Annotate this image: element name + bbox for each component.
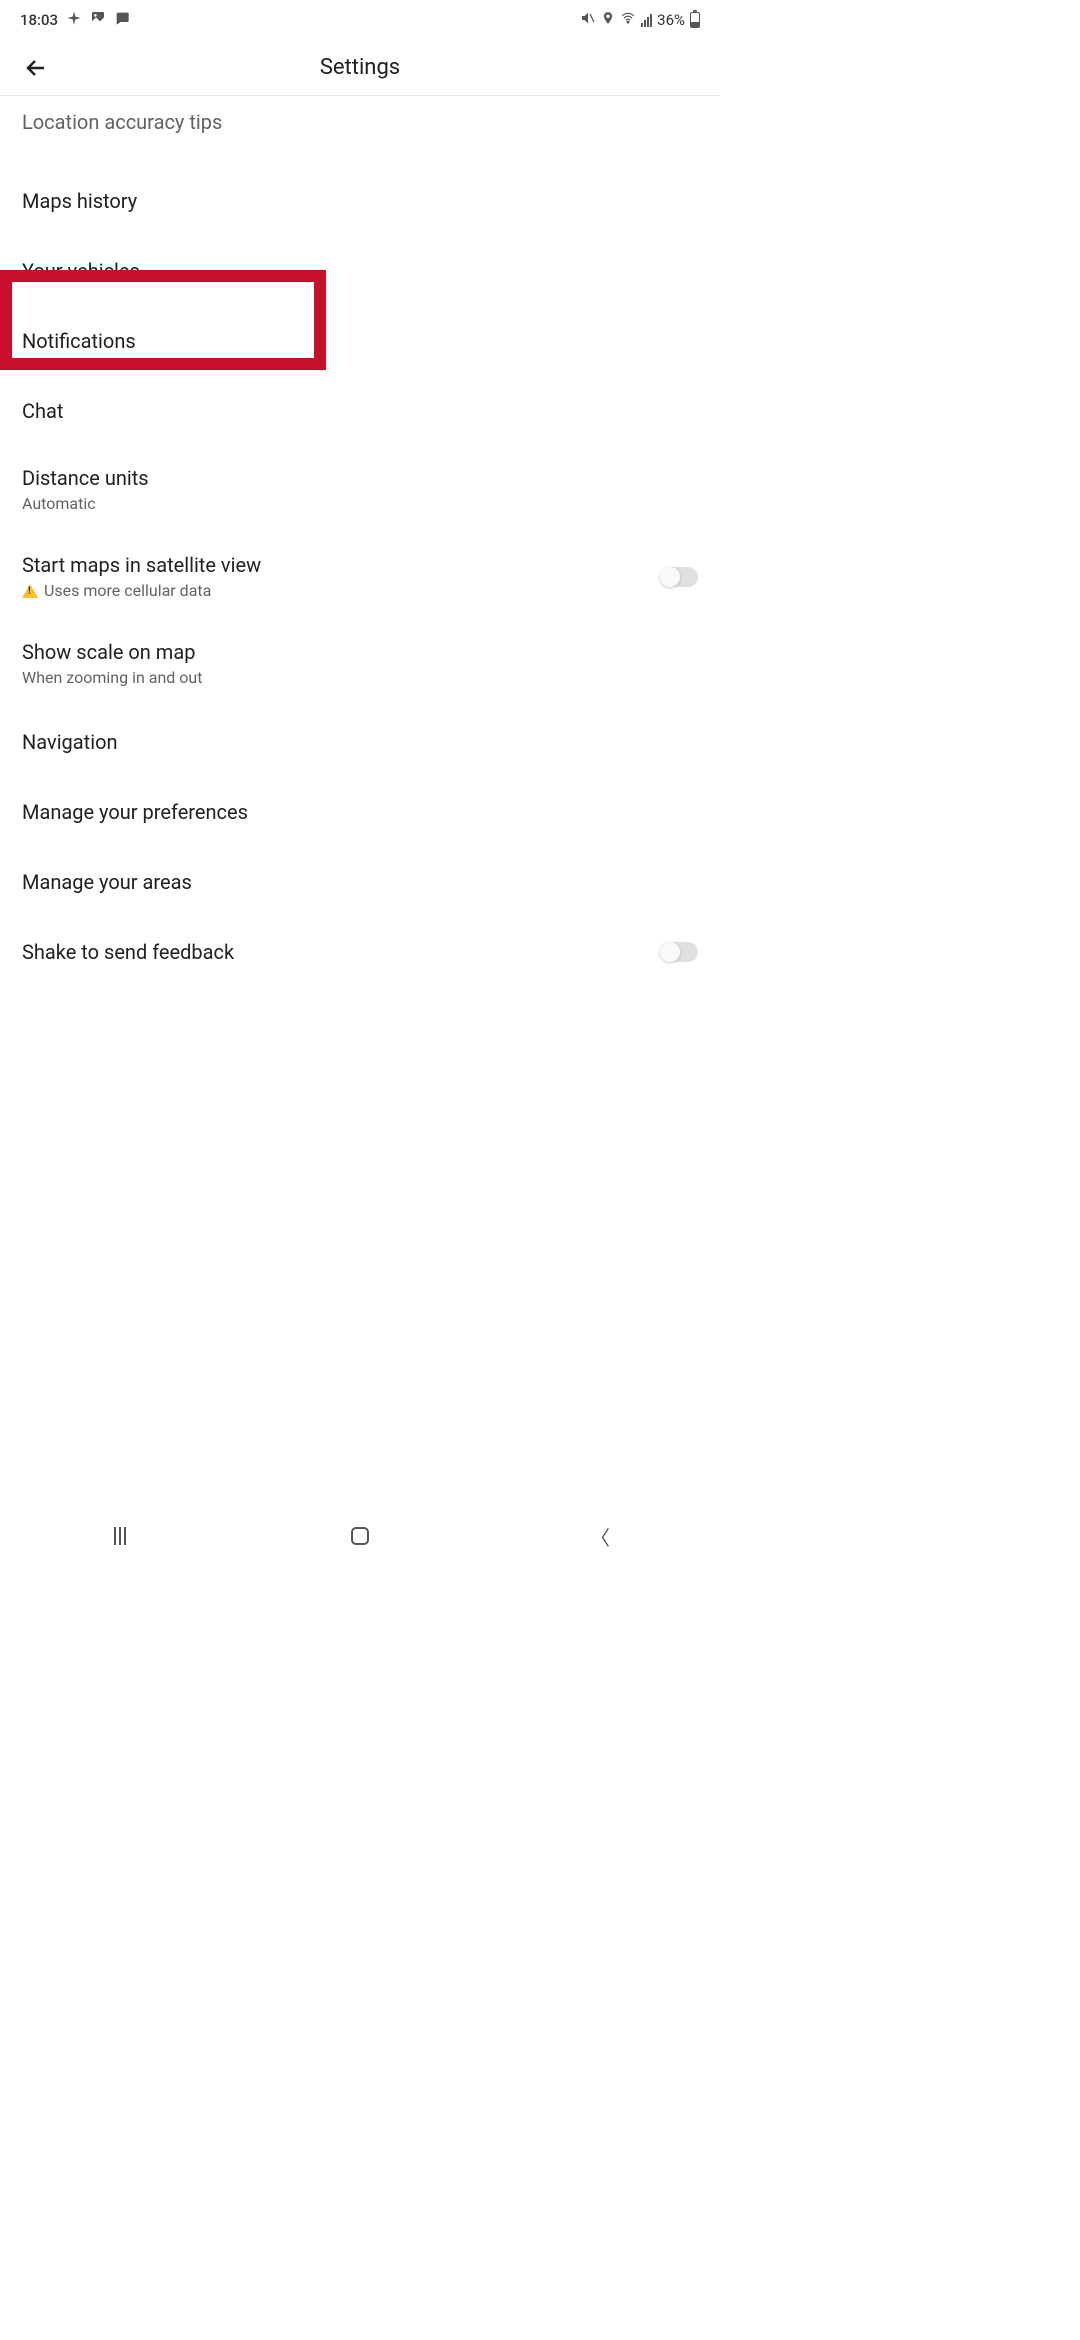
battery-percent: 36% — [657, 11, 685, 29]
settings-item-maps-history[interactable]: Maps history — [0, 166, 720, 236]
status-time: 18:03 — [20, 11, 58, 29]
settings-item-navigation[interactable]: Navigation — [0, 707, 720, 777]
image-icon — [90, 10, 106, 30]
back-button[interactable] — [16, 48, 56, 88]
item-title: Distance units — [22, 466, 698, 490]
wifi-icon — [620, 11, 636, 29]
settings-list: Location accuracy tips Maps history Your… — [0, 96, 720, 987]
satellite-view-toggle[interactable] — [660, 567, 698, 587]
nav-home-button[interactable] — [330, 1521, 390, 1551]
settings-item-location-tips[interactable]: Location accuracy tips — [0, 96, 720, 166]
nav-back-button[interactable]: 〈 — [570, 1521, 630, 1551]
settings-item-distance-units[interactable]: Distance units Automatic — [0, 446, 720, 533]
signal-icon — [641, 13, 652, 27]
item-title: Notifications — [22, 329, 698, 353]
item-title: Your vehicles — [22, 259, 698, 283]
settings-item-manage-preferences[interactable]: Manage your preferences — [0, 777, 720, 847]
arrow-left-icon — [24, 56, 48, 80]
settings-item-manage-areas[interactable]: Manage your areas — [0, 847, 720, 917]
settings-item-chat[interactable]: Chat — [0, 376, 720, 446]
mute-vibrate-icon — [580, 10, 596, 30]
item-title: Shake to send feedback — [22, 940, 660, 964]
item-subtitle: Uses more cellular data — [22, 581, 660, 600]
nav-recents-button[interactable] — [90, 1521, 150, 1551]
status-left: 18:03 — [20, 10, 130, 30]
recents-icon — [114, 1527, 126, 1545]
item-subtitle: Automatic — [22, 494, 698, 513]
item-title: Start maps in satellite view — [22, 553, 660, 577]
item-title: Maps history — [22, 189, 698, 213]
home-icon — [351, 1527, 369, 1545]
item-title: Manage your areas — [22, 870, 698, 894]
item-title: Location accuracy tips — [22, 110, 698, 134]
item-title: Chat — [22, 399, 698, 423]
back-chevron-icon: 〈 — [590, 1522, 610, 1551]
pinwheel-icon — [66, 10, 82, 30]
chat-icon — [114, 10, 130, 30]
android-nav-bar: 〈 — [0, 1512, 720, 1560]
status-bar: 18:03 36% — [0, 0, 720, 40]
item-subtitle: When zooming in and out — [22, 668, 698, 687]
status-right: 36% — [580, 10, 700, 30]
battery-icon — [690, 12, 700, 28]
page-title: Settings — [320, 55, 400, 80]
settings-item-shake-feedback[interactable]: Shake to send feedback — [0, 917, 720, 987]
warning-icon — [22, 584, 38, 598]
settings-item-notifications[interactable]: Notifications — [0, 306, 720, 376]
header: Settings — [0, 40, 720, 96]
settings-item-satellite-view[interactable]: Start maps in satellite view Uses more c… — [0, 533, 720, 620]
location-icon — [601, 10, 615, 30]
item-title: Show scale on map — [22, 640, 698, 664]
item-title: Manage your preferences — [22, 800, 698, 824]
settings-item-your-vehicles[interactable]: Your vehicles — [0, 236, 720, 306]
settings-item-show-scale[interactable]: Show scale on map When zooming in and ou… — [0, 620, 720, 707]
shake-feedback-toggle[interactable] — [660, 942, 698, 962]
item-title: Navigation — [22, 730, 698, 754]
